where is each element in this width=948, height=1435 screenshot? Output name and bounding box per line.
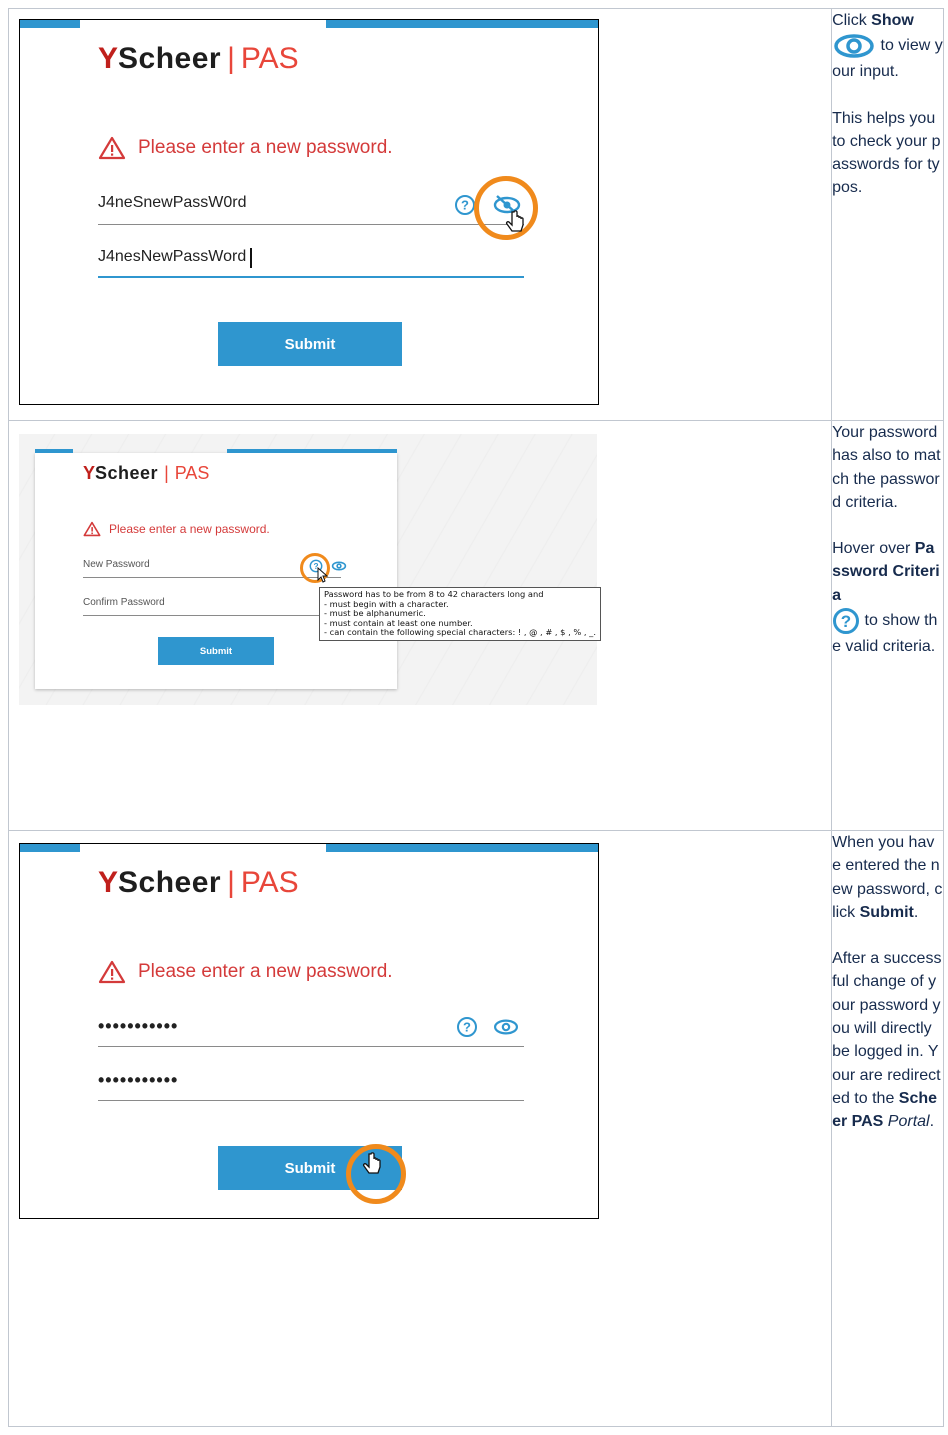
error-message: Please enter a new password. <box>98 136 393 160</box>
eye-icon <box>834 34 874 59</box>
logo-mark: Y <box>98 42 119 75</box>
submit-button[interactable]: Submit <box>218 322 402 366</box>
instruction-text: When you have entered the new password, … <box>831 830 944 1427</box>
error-text: Please enter a new password. <box>138 137 393 158</box>
scheer-pas-logo: Y Scheer | PAS <box>83 463 209 484</box>
ui-label-portal: Portal <box>887 1113 930 1131</box>
login-card: Y Scheer | PAS Please enter a new passwo… <box>35 449 397 689</box>
help-icon[interactable]: ? <box>454 194 476 216</box>
text-caret <box>250 248 252 268</box>
svg-text:?: ? <box>841 612 851 631</box>
warning-icon <box>98 960 126 984</box>
text-span: After a successful change of your passwo… <box>832 950 942 1107</box>
confirm-password-field[interactable]: J4nesNewPassWord <box>98 246 524 278</box>
help-icon[interactable]: ? <box>456 1016 478 1038</box>
logo-separator: | <box>164 463 169 483</box>
help-icon: ? <box>833 608 860 635</box>
error-message: Please enter a new password. <box>98 960 393 984</box>
ui-label-submit: Submit <box>859 903 914 921</box>
confirm-password-value: J4nesNewPassWord <box>98 248 247 265</box>
tooltip-line: - can contain the following special char… <box>324 627 596 637</box>
confirm-password-field[interactable]: ••••••••••• <box>98 1068 524 1101</box>
new-password-placeholder: New Password <box>83 559 150 570</box>
warning-icon <box>83 521 101 537</box>
top-accent-bar <box>20 20 80 28</box>
new-password-value: J4neSnewPassW0rd <box>98 194 247 211</box>
instruction-paragraph: Click Show to view your input. <box>832 9 943 84</box>
scheer-pas-logo: Y Scheer | PAS <box>98 42 299 76</box>
login-screenshot-submit: Y Scheer | PAS Please enter a new passwo… <box>19 843 599 1219</box>
instruction-text: Click Show to view your input. This help… <box>831 8 944 421</box>
text-span: Click <box>832 12 872 29</box>
table-row: Y Scheer | PAS Please enter a new passwo… <box>7 8 944 421</box>
text-span: Hover over <box>832 540 915 558</box>
top-accent-bar <box>35 449 73 453</box>
svg-text:?: ? <box>463 1020 471 1035</box>
top-accent-bar <box>20 844 80 852</box>
hand-cursor-icon <box>505 210 524 232</box>
logo-mark: Y <box>98 866 119 899</box>
eye-icon[interactable] <box>331 560 347 572</box>
text-span: . <box>929 1113 935 1131</box>
logo-separator: | <box>227 42 235 75</box>
instruction-paragraph: When you have entered the new password, … <box>832 831 943 924</box>
confirm-password-placeholder: Confirm Password <box>83 597 165 608</box>
instruction-paragraph: This helps you to check your passwords f… <box>832 109 941 197</box>
table-row: Y Scheer | PAS Please enter a new passwo… <box>7 420 944 831</box>
screenshot-cell: Y Scheer | PAS Please enter a new passwo… <box>7 8 833 421</box>
warning-icon <box>98 136 126 160</box>
scheer-pas-logo: Y Scheer | PAS <box>98 866 299 900</box>
top-accent-bar <box>326 20 598 28</box>
logo-brand: Scheer <box>118 866 222 899</box>
logo-product: PAS <box>174 463 210 483</box>
ui-label-show: Show <box>871 12 914 29</box>
error-message: Please enter a new password. <box>83 521 270 537</box>
hand-cursor-icon <box>362 1152 381 1174</box>
top-accent-bar <box>326 844 598 852</box>
logo-brand: Scheer <box>118 42 222 75</box>
login-screenshot-show: Y Scheer | PAS Please enter a new passwo… <box>19 19 599 405</box>
instructions-table: Y Scheer | PAS Please enter a new passwo… <box>7 8 944 1427</box>
instruction-paragraph: After a successful change of your passwo… <box>832 947 943 1133</box>
screenshot-cell: Y Scheer | PAS Please enter a new passwo… <box>7 420 833 831</box>
password-criteria-tooltip: Password has to be from 8 to 42 characte… <box>319 587 601 641</box>
logo-mark: Y <box>83 463 96 483</box>
new-password-field[interactable]: ••••••••••• ? <box>98 1014 524 1047</box>
submit-button[interactable]: Submit <box>158 637 274 665</box>
confirm-password-field[interactable]: Confirm Password <box>83 595 341 616</box>
top-accent-bar <box>227 449 397 453</box>
svg-text:?: ? <box>461 198 469 213</box>
error-text: Please enter a new password. <box>138 961 393 982</box>
logo-product: PAS <box>240 866 299 899</box>
instruction-text: Your password has also to match the pass… <box>831 420 944 831</box>
screenshot-cell: Y Scheer | PAS Please enter a new passwo… <box>7 830 833 1427</box>
instruction-paragraph: Your password has also to match the pass… <box>832 424 941 511</box>
arrow-cursor-icon <box>317 567 329 583</box>
table-row: Y Scheer | PAS Please enter a new passwo… <box>7 830 944 1427</box>
confirm-password-masked: ••••••••••• <box>98 1070 179 1090</box>
error-text: Please enter a new password. <box>109 522 270 536</box>
logo-brand: Scheer <box>95 463 159 483</box>
criteria-screenshot-backdrop: Y Scheer | PAS Please enter a new passwo… <box>19 434 601 705</box>
eye-icon[interactable] <box>492 1017 520 1037</box>
logo-separator: | <box>227 866 235 899</box>
new-password-field[interactable]: J4neSnewPassW0rd ? <box>98 192 524 225</box>
instruction-paragraph: Hover over Password Criteria ? to show t… <box>832 537 943 658</box>
new-password-masked: ••••••••••• <box>98 1016 179 1036</box>
logo-product: PAS <box>240 42 299 75</box>
text-span: . <box>913 903 919 921</box>
